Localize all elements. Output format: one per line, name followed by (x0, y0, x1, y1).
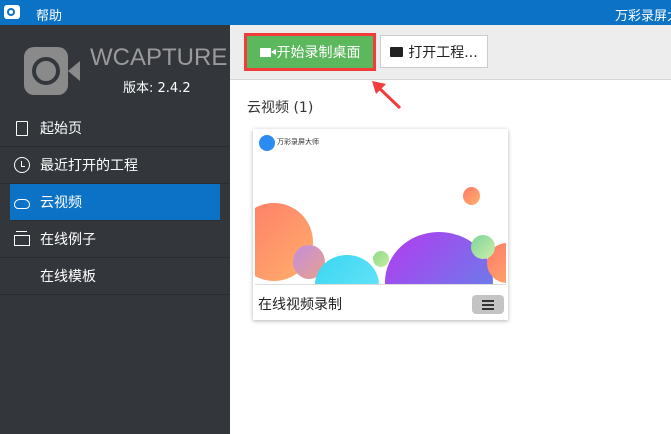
window-title: 万彩录屏大 (615, 9, 671, 24)
card-title: 在线视频录制 (258, 297, 342, 313)
toolbar: 开始录制桌面 打开工程... (230, 25, 671, 80)
sidebar-item-online-examples[interactable]: 在线例子 (0, 221, 230, 258)
section-title: 云视频 (1) (247, 100, 314, 116)
thumbnail-logo-icon (259, 135, 275, 151)
page-icon (16, 120, 28, 136)
folder-open-icon (390, 46, 404, 57)
sidebar-item-label: 在线模板 (40, 269, 96, 285)
video-camera-icon (259, 47, 276, 57)
video-thumbnail[interactable]: 万彩录屏大师 (255, 131, 506, 285)
app-icon (4, 5, 20, 19)
brand-name: WCAPTURE (90, 44, 228, 71)
sidebar-item-label: 在线例子 (40, 232, 96, 248)
open-project-button[interactable]: 打开工程... (380, 35, 488, 68)
sidebar-item-recent[interactable]: 最近打开的工程 (0, 147, 230, 184)
red-arrow-annotation-icon (372, 81, 402, 110)
button-label: 打开工程... (408, 44, 478, 61)
cloud-icon (14, 198, 30, 209)
wcapture-logo-icon (24, 47, 80, 97)
version-label: 版本: 2.4.2 (123, 81, 191, 96)
hamburger-icon (482, 299, 494, 302)
thumbnail-text: 万彩录屏大师 (277, 138, 319, 146)
sidebar-item-cloud-video[interactable]: 云视频 (10, 184, 220, 221)
sidebar: WCAPTURE 版本: 2.4.2 起始页 最近打开的工程 云视频 在线例子 … (0, 25, 230, 434)
card-menu-button[interactable] (472, 295, 504, 314)
video-card[interactable]: 万彩录屏大师 在线视频录制 (253, 129, 508, 320)
sidebar-nav: 起始页 最近打开的工程 云视频 在线例子 在线模板 (0, 110, 230, 295)
folder-icon (14, 231, 30, 246)
main-panel: 开始录制桌面 打开工程... 云视频 (1) 万彩录屏大师 在线视频录制 (230, 25, 671, 434)
start-recording-button[interactable]: 开始录制桌面 (244, 33, 376, 71)
sidebar-item-label: 起始页 (40, 121, 82, 137)
sidebar-item-start[interactable]: 起始页 (0, 110, 230, 147)
sidebar-item-label: 云视频 (40, 195, 82, 211)
clock-icon (14, 157, 30, 173)
sidebar-item-online-templates[interactable]: 在线模板 (0, 258, 230, 295)
menu-help[interactable]: 帮助 (36, 5, 62, 24)
title-bar: 帮助 万彩录屏大 (0, 0, 671, 25)
button-label: 开始录制桌面 (276, 45, 361, 61)
sidebar-item-label: 最近打开的工程 (40, 158, 138, 174)
